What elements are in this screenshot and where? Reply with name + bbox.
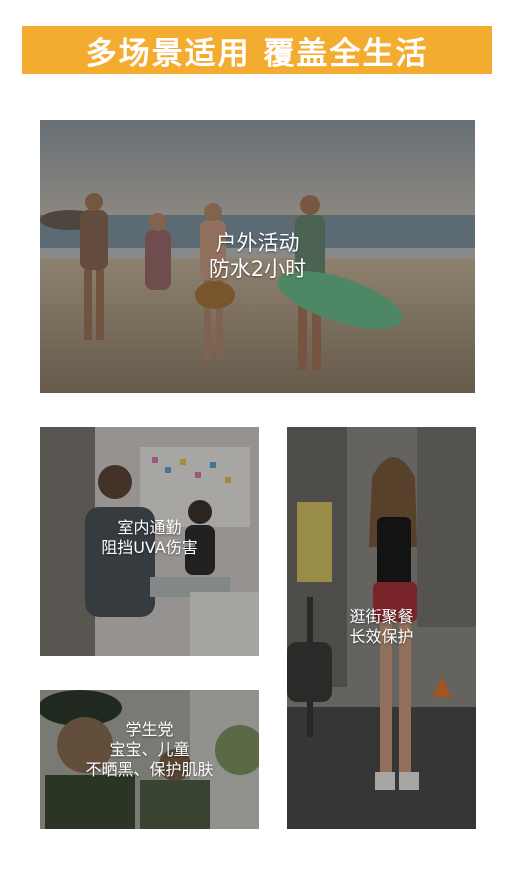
office-caption-line1: 室内通勤	[117, 518, 182, 537]
student-caption-line1: 学生党	[125, 720, 174, 739]
street-caption: 逛街聚餐 长效保护	[287, 607, 476, 647]
outdoor-caption-line2: 防水2小时	[208, 257, 307, 282]
office-caption-line2: 阻挡UVA伤害	[101, 538, 198, 557]
student-caption-line3: 不晒黑、保护肌肤	[85, 760, 214, 779]
street-scene-photo: 逛街聚餐 长效保护	[287, 427, 476, 829]
student-scene-photo: 学生党 宝宝、儿童 不晒黑、保护肌肤	[40, 690, 259, 829]
student-caption: 学生党 宝宝、儿童 不晒黑、保护肌肤	[40, 720, 259, 780]
title-banner: 多场景适用 覆盖全生活	[22, 26, 492, 74]
street-caption-line1: 逛街聚餐	[349, 607, 414, 626]
street-caption-line2: 长效保护	[349, 627, 414, 646]
outdoor-caption: 户外活动 防水2小时	[40, 230, 475, 283]
outdoor-caption-line1: 户外活动	[215, 231, 300, 255]
student-caption-line2: 宝宝、儿童	[109, 740, 190, 759]
office-caption: 室内通勤 阻挡UVA伤害	[40, 518, 259, 558]
banner-title: 多场景适用 覆盖全生活	[85, 35, 429, 72]
outdoor-scene-photo: 户外活动 防水2小时	[40, 120, 475, 393]
office-scene-photo: 室内通勤 阻挡UVA伤害	[40, 427, 259, 656]
